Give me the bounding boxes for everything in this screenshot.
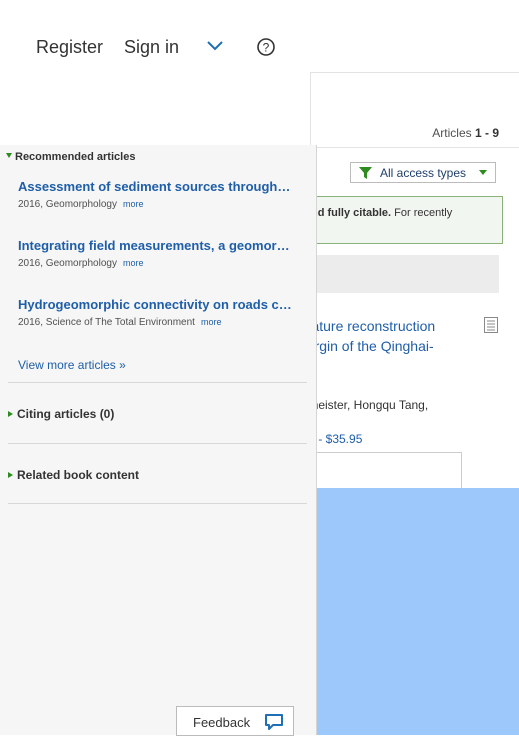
feedback-button[interactable]: Feedback <box>176 706 294 736</box>
speech-bubble-icon <box>264 713 284 734</box>
more-link[interactable]: more <box>201 317 222 327</box>
view-more-articles-link[interactable]: View more articles » <box>18 358 126 372</box>
recommended-article: Hydrogeomorphic connectivity on roads c…… <box>18 296 306 328</box>
recommended-articles-toggle[interactable]: Recommended articles <box>6 151 135 163</box>
filter-icon <box>359 167 372 182</box>
sign-in-link[interactable]: Sign in <box>124 37 179 58</box>
recommended-article: Integrating field measurements, a geomor… <box>18 237 306 269</box>
recommended-article-title[interactable]: Hydrogeomorphic connectivity on roads c… <box>18 296 306 313</box>
feedback-label: Feedback <box>193 715 251 730</box>
articles-count: Articles 1 - 9 <box>432 126 499 140</box>
divider <box>8 382 307 383</box>
result-authors: ulmeister, Hongqu Tang, <box>299 398 429 412</box>
results-divider <box>310 147 519 148</box>
more-link[interactable]: more <box>123 199 144 209</box>
svg-text:?: ? <box>263 41 270 55</box>
document-icon[interactable] <box>484 317 498 338</box>
citing-articles-toggle[interactable]: Citing articles (0) <box>8 407 114 421</box>
divider <box>8 443 307 444</box>
recommended-article-meta: 2016, Science of The Total Environment <box>18 317 195 328</box>
results-toolbar <box>290 255 499 293</box>
recommended-article-meta: 2016, Geomorphology <box>18 199 117 210</box>
collapsed-triangle-icon <box>8 472 13 478</box>
recommended-article: Assessment of sediment sources through… … <box>18 178 306 210</box>
recommended-article-title[interactable]: Integrating field measurements, a geomor… <box>18 237 306 254</box>
divider <box>8 503 307 504</box>
recommended-article-meta: 2016, Geomorphology <box>18 258 117 269</box>
access-type-filter[interactable]: All access types <box>350 162 496 183</box>
caret-down-icon <box>479 170 487 175</box>
top-bar: Register Sign in ? <box>0 0 519 72</box>
articles-notice: nd fully citable. For recently <box>290 196 503 244</box>
recommended-article-title[interactable]: Assessment of sediment sources through… <box>18 178 306 195</box>
chevron-down-icon[interactable] <box>205 38 225 57</box>
access-type-label: All access types <box>380 166 467 180</box>
collapsed-triangle-icon <box>8 411 13 417</box>
expanded-triangle-icon <box>6 153 12 158</box>
register-link[interactable]: Register <box>36 37 103 58</box>
more-link[interactable]: more <box>123 258 144 268</box>
help-icon[interactable]: ? <box>256 37 276 62</box>
result-title[interactable]: erature reconstruction nargin of the Qin… <box>299 316 435 356</box>
related-book-content-toggle[interactable]: Related book content <box>8 468 139 482</box>
side-panel: Recommended articles Assessment of sedim… <box>0 145 317 735</box>
